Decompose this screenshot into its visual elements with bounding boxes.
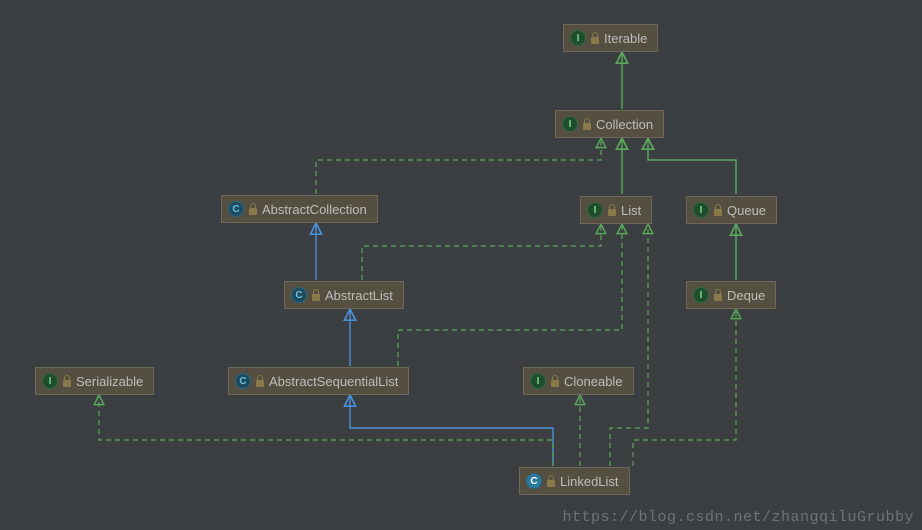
node-cloneable[interactable]: I Cloneable: [523, 367, 634, 395]
node-label: AbstractSequentialList: [269, 374, 398, 389]
interface-icon: I: [562, 116, 578, 132]
node-label: Queue: [727, 203, 766, 218]
node-label: Serializable: [76, 374, 143, 389]
edge-linkedlist-deque: [633, 309, 736, 466]
node-deque[interactable]: I Deque: [686, 281, 776, 309]
class-icon: C: [235, 373, 251, 389]
class-icon: C: [291, 287, 307, 303]
edge-queue-collection: [648, 138, 736, 194]
interface-icon: I: [570, 30, 586, 46]
node-label: Cloneable: [564, 374, 623, 389]
edge-abslist-list: [362, 224, 601, 280]
class-icon: C: [228, 201, 244, 217]
interface-icon: I: [587, 202, 603, 218]
node-label: Deque: [727, 288, 765, 303]
interface-icon: I: [693, 287, 709, 303]
interface-icon: I: [530, 373, 546, 389]
node-label: Collection: [596, 117, 653, 132]
interface-icon: I: [693, 202, 709, 218]
node-abstractsequentiallist[interactable]: C AbstractSequentialList: [228, 367, 409, 395]
node-abstractcollection[interactable]: C AbstractCollection: [221, 195, 378, 223]
node-collection[interactable]: I Collection: [555, 110, 664, 138]
node-abstractlist[interactable]: C AbstractList: [284, 281, 404, 309]
lock-icon: [607, 204, 617, 216]
edge-abscoll-collection: [316, 138, 601, 194]
node-list[interactable]: I List: [580, 196, 652, 224]
lock-icon: [582, 118, 592, 130]
lock-icon: [311, 289, 321, 301]
class-icon: C: [526, 473, 542, 489]
edge-linkedlist-absseqlist: [350, 395, 553, 466]
lock-icon: [590, 32, 600, 44]
node-label: LinkedList: [560, 474, 619, 489]
edge-absseqlist-list: [398, 224, 622, 366]
node-queue[interactable]: I Queue: [686, 196, 777, 224]
node-label: Iterable: [604, 31, 647, 46]
lock-icon: [62, 375, 72, 387]
lock-icon: [255, 375, 265, 387]
node-label: AbstractCollection: [262, 202, 367, 217]
edge-linkedlist-serializable: [99, 395, 553, 466]
lock-icon: [550, 375, 560, 387]
lock-icon: [713, 289, 723, 301]
node-iterable[interactable]: I Iterable: [563, 24, 658, 52]
node-serializable[interactable]: I Serializable: [35, 367, 154, 395]
edge-linkedlist-list: [610, 224, 648, 466]
interface-icon: I: [42, 373, 58, 389]
node-linkedlist[interactable]: C LinkedList: [519, 467, 630, 495]
watermark: https://blog.csdn.net/zhangqiluGrubby: [562, 509, 914, 526]
node-label: AbstractList: [325, 288, 393, 303]
edges-layer: [0, 0, 922, 530]
node-label: List: [621, 203, 641, 218]
lock-icon: [546, 475, 556, 487]
lock-icon: [713, 204, 723, 216]
lock-icon: [248, 203, 258, 215]
